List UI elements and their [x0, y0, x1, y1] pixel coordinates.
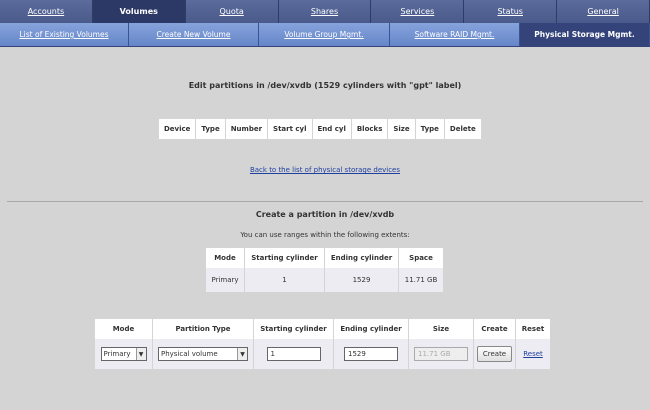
partitions-table: Device Type Number Start cyl End cyl Blo… — [159, 119, 481, 139]
extents-end: 1529 — [325, 268, 399, 292]
form-col-size: Size — [409, 319, 474, 339]
col-delete: Delete — [444, 119, 481, 139]
sub-nav-physical-storage[interactable]: Physical Storage Mgmt. — [520, 23, 650, 46]
partition-type-value: Physical volume — [161, 350, 218, 358]
create-button[interactable]: Create — [476, 346, 513, 362]
extents-header-row: Mode Starting cylinder Ending cylinder S… — [206, 248, 443, 268]
ending-cylinder-input[interactable]: 1529 — [344, 347, 398, 361]
col-size: Size — [388, 119, 416, 139]
form-mode-cell: Primary ▼ — [95, 339, 153, 369]
top-nav-shares[interactable]: Shares — [278, 0, 372, 23]
create-partition-title: Create a partition in /dev/xvdb — [255, 210, 395, 219]
partition-type-select[interactable]: Physical volume ▼ — [158, 347, 248, 361]
col-end-cyl: End cyl — [312, 119, 352, 139]
top-nav: Accounts Volumes Quota Shares Services S… — [0, 0, 650, 23]
mode-select-value: Primary — [103, 350, 131, 358]
sub-nav-volume-group[interactable]: Volume Group Mgmt. — [259, 23, 390, 46]
extents-col-mode: Mode — [206, 248, 245, 268]
mode-select[interactable]: Primary ▼ — [100, 347, 147, 361]
form-col-partition-type: Partition Type — [153, 319, 254, 339]
form-col-reset: Reset — [516, 319, 550, 339]
col-blocks: Blocks — [351, 119, 389, 139]
extents-table: Mode Starting cylinder Ending cylinder S… — [206, 248, 443, 292]
divider — [7, 201, 643, 202]
chevron-down-icon: ▼ — [135, 348, 146, 360]
form-reset-cell: Reset — [516, 339, 550, 369]
col-device: Device — [159, 119, 197, 139]
form-size-cell: 11.71 GB — [409, 339, 474, 369]
extents-col-space: Space — [399, 248, 443, 268]
sub-nav: List of Existing Volumes Create New Volu… — [0, 23, 650, 47]
sub-nav-software-raid[interactable]: Software RAID Mgmt. — [390, 23, 520, 46]
col-start-cyl: Start cyl — [268, 119, 313, 139]
extents-space: 11.71 GB — [399, 268, 443, 292]
form-col-mode: Mode — [95, 319, 153, 339]
sub-nav-list-volumes[interactable]: List of Existing Volumes — [0, 23, 129, 46]
table-row: Primary ▼ Physical volume ▼ 1 1529 11.71… — [95, 339, 550, 369]
col-type-2: Type — [415, 119, 445, 139]
sub-nav-create-volume[interactable]: Create New Volume — [129, 23, 259, 46]
form-col-create: Create — [474, 319, 516, 339]
partitions-header-row: Device Type Number Start cyl End cyl Blo… — [159, 119, 481, 139]
form-header-row: Mode Partition Type Starting cylinder En… — [95, 319, 550, 339]
create-partition-form: Mode Partition Type Starting cylinder En… — [95, 319, 550, 369]
form-start-cell: 1 — [254, 339, 334, 369]
col-type: Type — [196, 119, 226, 139]
top-nav-status[interactable]: Status — [464, 0, 558, 23]
edit-partitions-title: Edit partitions in /dev/xvdb (1529 cylin… — [188, 81, 462, 90]
form-col-start: Starting cylinder — [254, 319, 334, 339]
extents-note: You can use ranges within the following … — [240, 231, 410, 239]
reset-link[interactable]: Reset — [523, 350, 543, 358]
back-link-wrapper: Back to the list of physical storage dev… — [0, 166, 650, 174]
chevron-down-icon: ▼ — [237, 348, 247, 360]
form-end-cell: 1529 — [334, 339, 409, 369]
top-nav-accounts[interactable]: Accounts — [0, 0, 93, 23]
extents-start: 1 — [245, 268, 325, 292]
size-input: 11.71 GB — [414, 347, 468, 361]
back-to-storage-link[interactable]: Back to the list of physical storage dev… — [250, 166, 400, 174]
top-nav-services[interactable]: Services — [371, 0, 465, 23]
top-nav-quota[interactable]: Quota — [185, 0, 279, 23]
top-nav-volumes[interactable]: Volumes — [92, 0, 186, 23]
top-nav-general[interactable]: General — [557, 0, 650, 23]
table-row: Primary 1 1529 11.71 GB — [206, 268, 443, 292]
extents-col-start: Starting cylinder — [245, 248, 325, 268]
form-col-end: Ending cylinder — [334, 319, 409, 339]
form-create-cell: Create — [474, 339, 516, 369]
starting-cylinder-input[interactable]: 1 — [266, 347, 321, 361]
extents-mode: Primary — [206, 268, 245, 292]
form-type-cell: Physical volume ▼ — [153, 339, 254, 369]
extents-col-end: Ending cylinder — [325, 248, 399, 268]
col-number: Number — [225, 119, 269, 139]
